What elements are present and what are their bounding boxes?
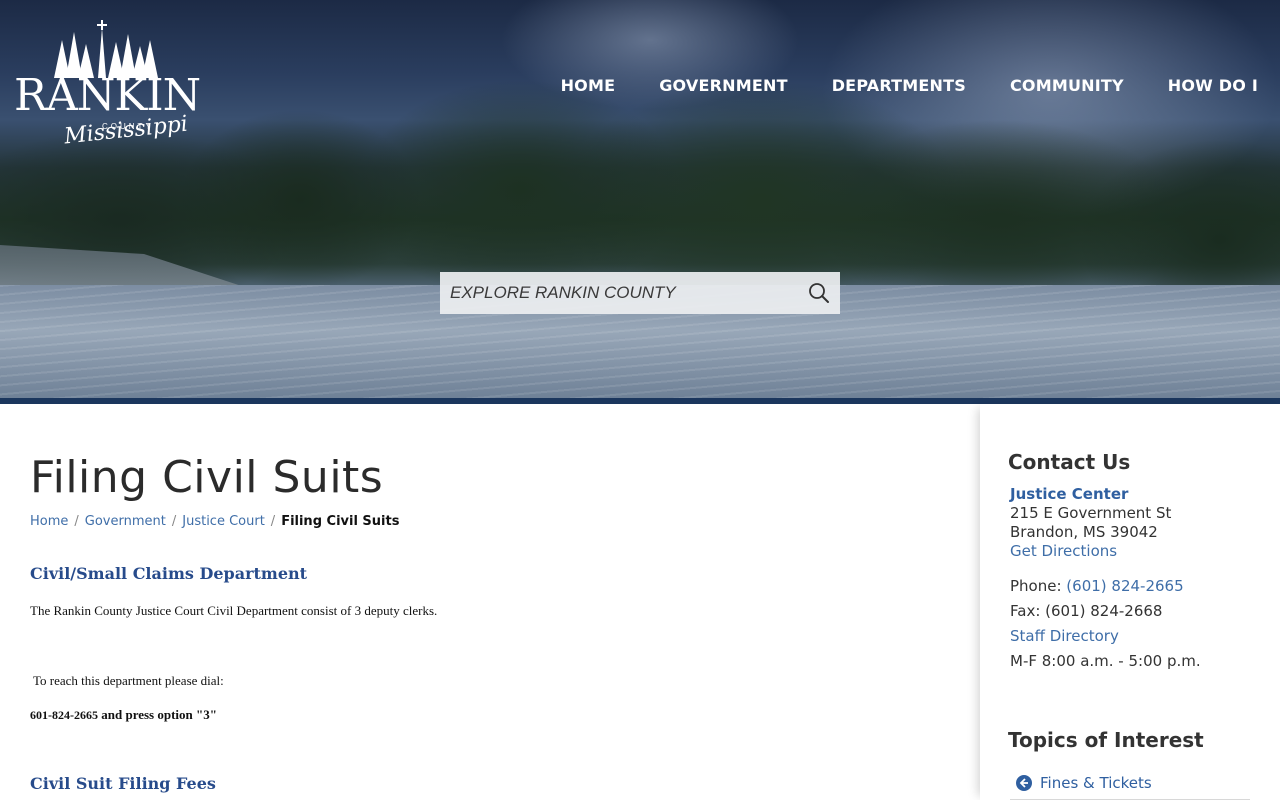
address-line-1: 215 E Government St: [1010, 504, 1172, 522]
breadcrumb-current: Filing Civil Suits: [281, 514, 400, 529]
nav-community[interactable]: COMMUNITY: [1010, 76, 1124, 95]
get-directions: Get Directions: [1010, 542, 1117, 560]
department-intro: The Rankin County Justice Court Civil De…: [30, 603, 438, 618]
section-heading-filing-fees: Civil Suit Filing Fees: [30, 774, 216, 793]
department-phone-line: 601-824-2665 and press option "3": [30, 707, 217, 723]
site-logo[interactable]: RANKIN Mississippi COUNTY: [14, 20, 201, 150]
office-hours: M-F 8:00 a.m. - 5:00 p.m.: [1010, 652, 1201, 670]
site-search: [440, 272, 840, 314]
address-line-2: Brandon, MS 39042: [1010, 523, 1158, 541]
section-heading-civil-claims: Civil/Small Claims Department: [30, 564, 308, 583]
location-name-link[interactable]: Justice Center: [1010, 485, 1128, 503]
breadcrumb-separator: /: [74, 514, 79, 529]
main-content: Filing Civil Suits Home / Government / Justi…: [30, 404, 960, 800]
phone-label: Phone:: [1010, 577, 1067, 595]
page-title: Filing Civil Suits: [30, 452, 384, 503]
breadcrumb-separator: /: [270, 514, 276, 529]
search-icon: [809, 283, 829, 303]
arrow-circle-left-icon: [1016, 774, 1032, 791]
topics-title: Topics of Interest: [1008, 728, 1204, 752]
sidebar: Contact Us Justice Center 215 E Governme…: [980, 404, 1280, 800]
nav-government[interactable]: GOVERNMENT: [659, 76, 787, 95]
department-phone-suffix: and press option "3": [98, 707, 217, 722]
get-directions-link[interactable]: Get Directions: [1010, 542, 1117, 560]
contact-us-title: Contact Us: [1008, 450, 1131, 474]
hero-banner: [0, 0, 1280, 400]
topic-fines-tickets[interactable]: Fines & Tickets: [1010, 766, 1250, 800]
department-phone: 601-824-2665: [30, 708, 98, 722]
nav-home[interactable]: HOME: [561, 76, 616, 95]
main-nav: HOME GOVERNMENT DEPARTMENTS COMMUNITY HO…: [561, 76, 1258, 95]
logo-county: COUNTY: [102, 122, 154, 131]
fax-line: Fax: (601) 824-2668: [1010, 602, 1163, 620]
reach-instruction: To reach this department please dial:: [33, 673, 224, 688]
phone-line: Phone: (601) 824-2665: [1010, 577, 1184, 595]
phone-link[interactable]: (601) 824-2665: [1066, 577, 1183, 595]
breadcrumb-justice-court[interactable]: Justice Court: [182, 514, 265, 529]
search-button[interactable]: [798, 272, 840, 314]
staff-directory-link[interactable]: Staff Directory: [1010, 627, 1119, 645]
topic-label: Fines & Tickets: [1040, 773, 1152, 792]
nav-departments[interactable]: DEPARTMENTS: [832, 76, 966, 95]
breadcrumb-home[interactable]: Home: [30, 514, 68, 529]
nav-how-do-i[interactable]: HOW DO I: [1168, 76, 1258, 95]
breadcrumb-government[interactable]: Government: [85, 514, 166, 529]
breadcrumb-separator: /: [171, 514, 177, 529]
location-name: Justice Center: [1010, 485, 1128, 503]
breadcrumb: Home / Government / Justice Court / Filing Civ…: [30, 514, 399, 529]
search-input[interactable]: [440, 272, 798, 314]
staff-directory: Staff Directory: [1010, 627, 1119, 645]
logo-wordmark: RANKIN: [14, 70, 201, 121]
